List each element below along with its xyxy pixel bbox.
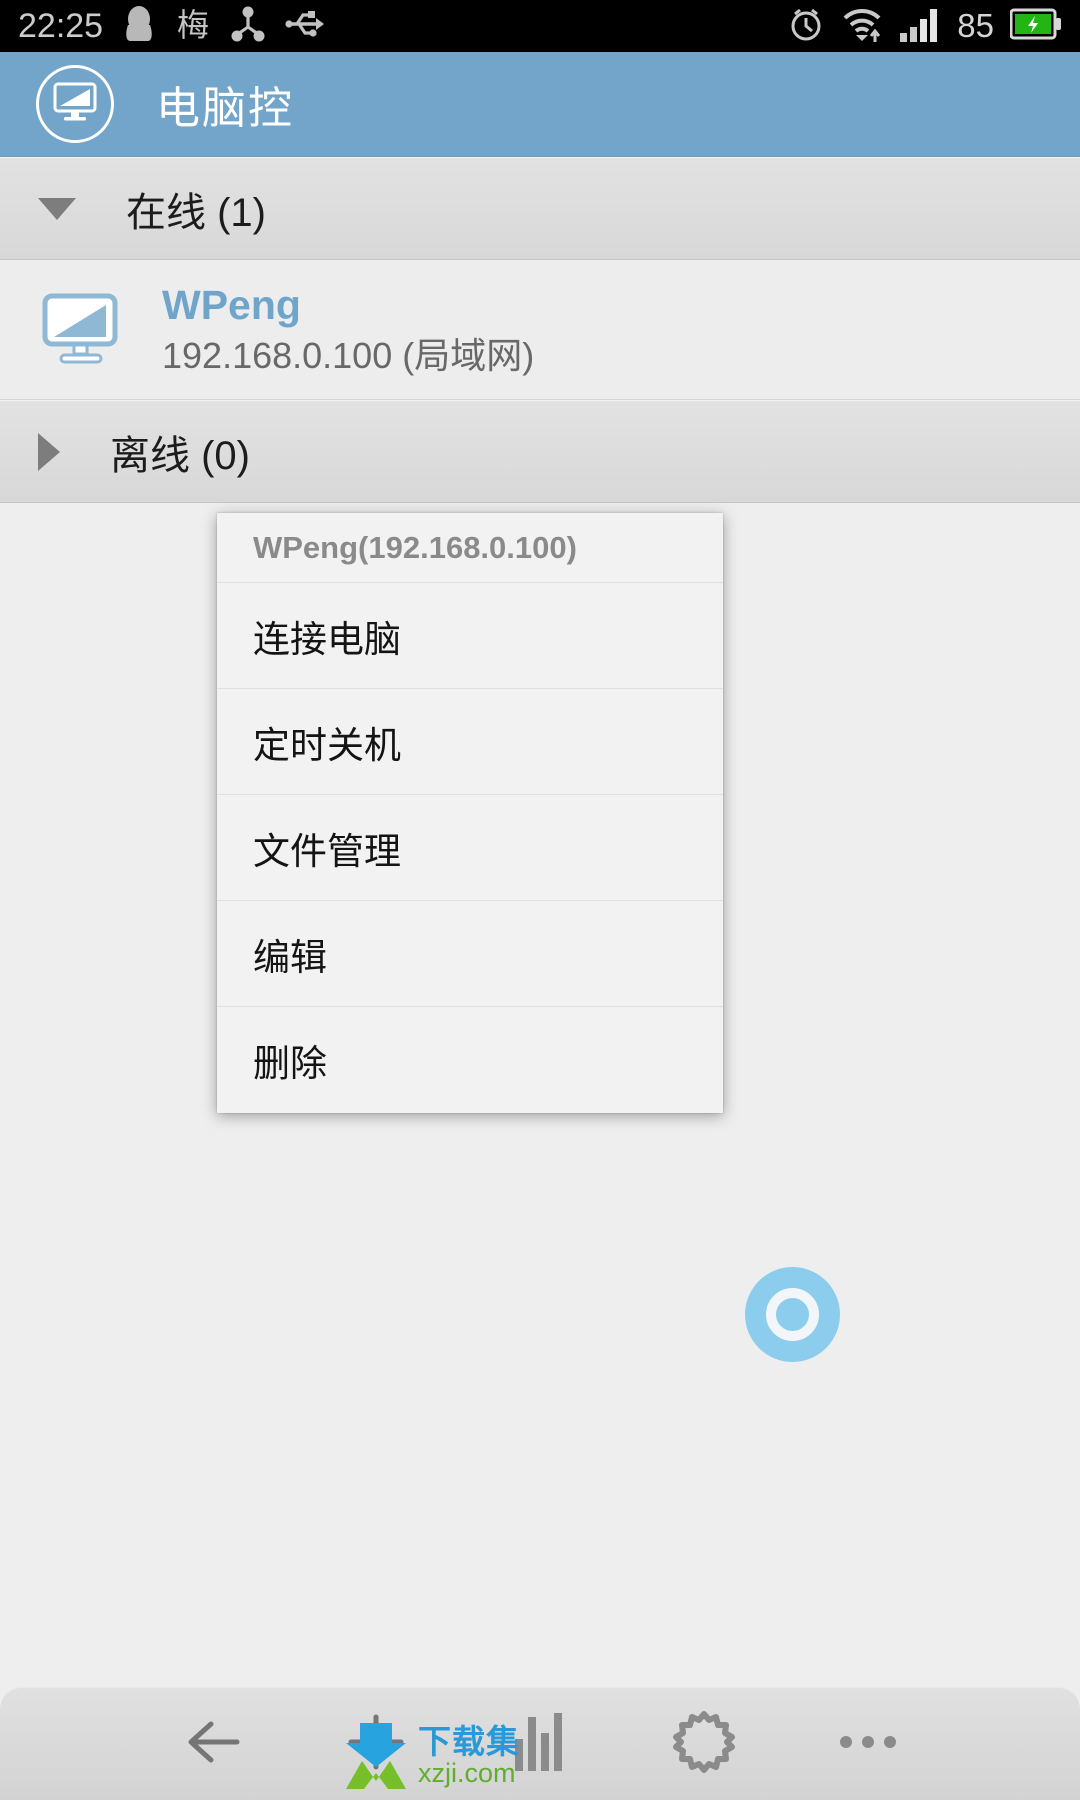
- menu-item-edit[interactable]: 编辑: [217, 901, 723, 1007]
- status-time: 22:25: [18, 6, 104, 45]
- status-bar-right: 85: [787, 5, 1062, 48]
- signal-bars-icon: [899, 5, 941, 48]
- add-button[interactable]: [321, 1699, 431, 1789]
- device-name: WPeng: [162, 282, 301, 329]
- app-bar: 电脑控: [0, 52, 1080, 157]
- settings-button[interactable]: [649, 1699, 759, 1789]
- bar-chart-icon: [511, 1711, 569, 1778]
- group-label-online: 在线 (1): [126, 190, 266, 235]
- menu-item-delete[interactable]: 删除: [217, 1007, 723, 1113]
- wifi-icon: [841, 5, 883, 48]
- power-toggle-button[interactable]: [745, 1267, 840, 1362]
- group-header-offline[interactable]: 离线 (0): [0, 400, 1080, 503]
- list-item-device[interactable]: WPeng 192.168.0.100 (局域网): [0, 260, 1080, 400]
- stats-button[interactable]: [485, 1699, 595, 1789]
- status-bar-left: 22:25 梅: [18, 5, 325, 48]
- bottom-navigation-bar: [0, 1687, 1080, 1800]
- app-logo-button[interactable]: [36, 65, 114, 143]
- gear-icon: [673, 1710, 735, 1778]
- triangle-down-icon: [38, 197, 76, 220]
- battery-percent: 85: [957, 7, 994, 44]
- group-label-offline: 离线 (0): [110, 433, 250, 478]
- monitor-icon: [42, 293, 120, 367]
- back-button[interactable]: [157, 1699, 267, 1789]
- context-menu-dialog: WPeng(192.168.0.100) 连接电脑 定时关机 文件管理 编辑 删…: [217, 513, 723, 1113]
- menu-item-connect[interactable]: 连接电脑: [217, 583, 723, 689]
- qq-penguin-icon: [123, 5, 155, 48]
- triangle-right-icon: [38, 432, 60, 471]
- device-address: 192.168.0.100 (局域网): [162, 334, 535, 376]
- menu-item-file-management[interactable]: 文件管理: [217, 795, 723, 901]
- usb-icon: [285, 8, 325, 45]
- more-button[interactable]: [813, 1699, 923, 1789]
- svg-text:梅: 梅: [177, 6, 209, 42]
- ellipsis-icon: [837, 1732, 899, 1757]
- plus-icon: [345, 1711, 407, 1778]
- ime-mei-icon: 梅: [175, 6, 211, 47]
- arrow-left-icon: [181, 1714, 243, 1775]
- power-ring-icon: [766, 1288, 819, 1341]
- share-nodes-icon: [231, 5, 265, 48]
- page-title: 电脑控: [156, 84, 294, 133]
- status-bar: 22:25 梅 85: [0, 0, 1080, 52]
- battery-charging-icon: [1009, 8, 1062, 45]
- device-info: WPeng 192.168.0.100 (局域网): [162, 281, 534, 377]
- monitor-icon: [52, 81, 98, 128]
- group-header-online[interactable]: 在线 (1): [0, 157, 1080, 260]
- alarm-clock-icon: [787, 5, 825, 48]
- dialog-title: WPeng(192.168.0.100): [217, 513, 723, 583]
- menu-item-scheduled-shutdown[interactable]: 定时关机: [217, 689, 723, 795]
- content-area: WPeng(192.168.0.100) 连接电脑 定时关机 文件管理 编辑 删…: [0, 513, 1080, 1680]
